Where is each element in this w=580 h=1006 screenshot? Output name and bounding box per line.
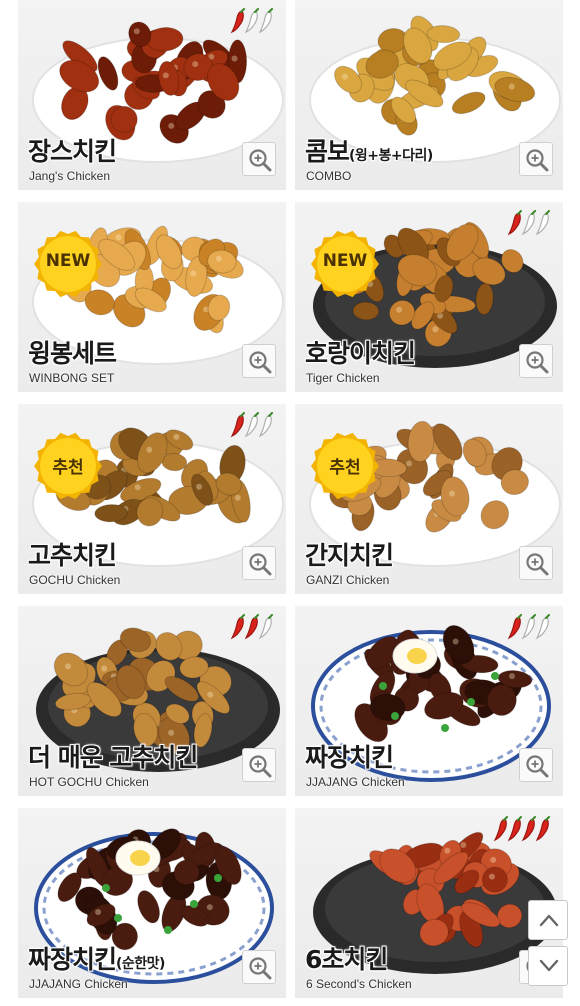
zoom-button[interactable] [242, 344, 276, 378]
chili-pepper-icon [258, 8, 273, 34]
menu-name-main: 짜장치킨 [28, 945, 117, 974]
menu-name-korean: 장스치킨 [28, 132, 117, 168]
badge-label: NEW [322, 251, 368, 271]
scroll-up-button[interactable] [528, 900, 568, 940]
menu-name-korean: 콤보(윙+봉+다리) [305, 132, 433, 168]
spice-level [493, 816, 550, 842]
magnifier-plus-icon [526, 755, 549, 778]
menu-name-main: 장스치킨 [28, 137, 117, 166]
chili-pepper-icon [230, 412, 245, 438]
chili-pepper-icon [521, 614, 536, 640]
chevron-up-icon [539, 914, 559, 927]
menu-card-jangs-chicken[interactable]: 장스치킨 Jang's Chicken [18, 0, 286, 190]
magnifier-plus-icon [249, 351, 272, 374]
menu-name-korean: 고추치킨 [28, 536, 117, 572]
menu-name-english: COMBO [306, 169, 352, 183]
recommend-badge: 추천 [34, 432, 102, 500]
menu-name-english: JJAJANG Chicken [29, 977, 128, 991]
chili-pepper-icon [521, 210, 536, 236]
menu-name-korean: 호랑이치킨 [305, 334, 416, 370]
menu-name-english: WINBONG SET [29, 371, 115, 385]
chili-pepper-icon [507, 614, 522, 640]
magnifier-plus-icon [249, 553, 272, 576]
chili-pepper-icon [244, 412, 259, 438]
menu-card-combo[interactable]: 콤보(윙+봉+다리) COMBO [295, 0, 563, 190]
menu-name-english: GANZI Chicken [306, 573, 390, 587]
recommend-badge: 추천 [311, 432, 379, 500]
menu-name-english: HOT GOCHU Chicken [29, 775, 149, 789]
magnifier-plus-icon [526, 553, 549, 576]
menu-card-gochu-chicken[interactable]: 추천고추치킨 GOCHU Chicken [18, 404, 286, 594]
menu-name-main: 짜장치킨 [305, 743, 394, 772]
magnifier-plus-icon [249, 957, 272, 980]
chili-pepper-icon [535, 210, 550, 236]
spice-level [507, 210, 550, 236]
chili-pepper-icon [258, 614, 273, 640]
menu-name-korean: 윙봉세트 [28, 334, 117, 370]
chili-pepper-icon [535, 816, 550, 842]
menu-name-korean: 짜장치킨(순한맛) [28, 940, 165, 976]
chili-pepper-icon [535, 614, 550, 640]
menu-card-hot-gochu-chicken[interactable]: 더 매운 고추치킨 HOT GOCHU Chicken [18, 606, 286, 796]
menu-name-korean: 간지치킨 [305, 536, 394, 572]
chevron-down-icon [539, 959, 559, 972]
magnifier-plus-icon [249, 149, 272, 172]
menu-name-main: 6초치킨 [305, 945, 388, 974]
menu-card-ganzi-chicken[interactable]: 추천간지치킨 GANZI Chicken [295, 404, 563, 594]
menu-name-english: Jang's Chicken [29, 169, 110, 183]
menu-card-jjajang-chicken-mild[interactable]: 짜장치킨(순한맛) JJAJANG Chicken [18, 808, 286, 998]
chili-pepper-icon [507, 816, 522, 842]
zoom-button[interactable] [519, 142, 553, 176]
menu-name-main: 호랑이치킨 [305, 339, 416, 368]
chili-pepper-icon [493, 816, 508, 842]
menu-name-main: 윙봉세트 [28, 339, 117, 368]
menu-name-english: Tiger Chicken [306, 371, 380, 385]
badge-label: 추천 [52, 458, 84, 478]
menu-name-sub: (윙+봉+다리) [349, 148, 433, 164]
chili-pepper-icon [230, 8, 245, 34]
menu-card-jjajang-chicken[interactable]: 짜장치킨 JJAJANG Chicken [295, 606, 563, 796]
chili-pepper-icon [244, 614, 259, 640]
menu-name-main: 콤보 [305, 137, 350, 166]
badge-label: 추천 [329, 458, 361, 478]
zoom-button[interactable] [519, 748, 553, 782]
chili-pepper-icon [258, 412, 273, 438]
menu-name-sub: (순한맛) [116, 956, 165, 972]
new-badge: NEW [34, 230, 102, 298]
scroll-down-button[interactable] [528, 946, 568, 986]
zoom-button[interactable] [242, 748, 276, 782]
menu-name-english: 6 Second's Chicken [306, 977, 412, 991]
menu-name-english: JJAJANG Chicken [306, 775, 405, 789]
menu-name-main: 더 매운 고추치킨 [28, 743, 198, 772]
zoom-button[interactable] [242, 546, 276, 580]
chili-pepper-icon [244, 8, 259, 34]
magnifier-plus-icon [526, 149, 549, 172]
spice-level [507, 614, 550, 640]
zoom-button[interactable] [519, 344, 553, 378]
menu-name-korean: 6초치킨 [305, 940, 388, 976]
badge-label: NEW [45, 251, 91, 271]
spice-level [230, 8, 273, 34]
new-badge: NEW [311, 230, 379, 298]
zoom-button[interactable] [242, 950, 276, 984]
zoom-button[interactable] [519, 546, 553, 580]
menu-name-korean: 짜장치킨 [305, 738, 394, 774]
menu-card-tiger-chicken[interactable]: NEW 호랑이치킨 Tiger Chicken [295, 202, 563, 392]
magnifier-plus-icon [249, 755, 272, 778]
chili-pepper-icon [507, 210, 522, 236]
chili-pepper-icon [521, 816, 536, 842]
zoom-button[interactable] [242, 142, 276, 176]
spice-level [230, 614, 273, 640]
chili-pepper-icon [230, 614, 245, 640]
menu-card-6-seconds-chicken[interactable]: 6초치킨 6 Second's Chicken [295, 808, 563, 998]
spice-level [230, 412, 273, 438]
menu-name-korean: 더 매운 고추치킨 [28, 738, 198, 774]
menu-card-winbong-set[interactable]: NEW 윙봉세트 WINBONG SET [18, 202, 286, 392]
menu-name-english: GOCHU Chicken [29, 573, 121, 587]
menu-name-main: 고추치킨 [28, 541, 117, 570]
menu-name-main: 간지치킨 [305, 541, 394, 570]
magnifier-plus-icon [526, 351, 549, 374]
